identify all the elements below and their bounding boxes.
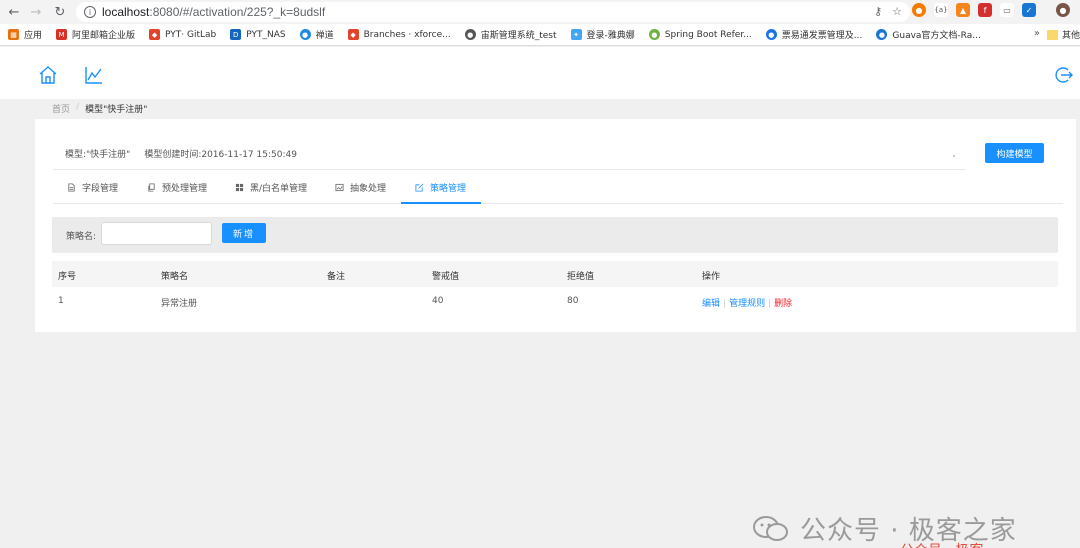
browser-toolbar: ← → ↻ i localhost:8080/#/activation/225?…	[0, 0, 1080, 24]
athena-icon: ✦	[570, 29, 582, 40]
bookmark-item[interactable]: ◆ PYT· GitLab	[149, 29, 216, 40]
cell-warn-value: 40	[432, 296, 444, 306]
op-separator: |	[768, 299, 772, 309]
zentao-icon: ●	[299, 29, 311, 40]
cell-operations: 编辑 | 管理规则 | 删除	[702, 296, 792, 309]
gitlab-icon: ◆	[347, 29, 359, 40]
breadcrumb-current: 模型"快手注册"	[85, 105, 148, 115]
model-name: 模型:"快手注册"	[65, 150, 131, 160]
strategy-name-input[interactable]	[101, 222, 212, 245]
watermark-sub: 公众号 · 极客	[900, 540, 983, 548]
breadcrumb: 首页 / 模型"快手注册"	[52, 102, 147, 115]
copy-icon	[148, 183, 155, 192]
other-bookmarks[interactable]: 其他	[1046, 28, 1080, 41]
cell-strategy-name: 异常注册	[161, 299, 198, 309]
gitlab-icon: ◆	[149, 29, 161, 40]
profile-avatar-icon[interactable]: ●	[1056, 3, 1070, 17]
wechat-icon	[753, 515, 788, 541]
breadcrumb-home[interactable]: 首页	[52, 102, 70, 115]
op-separator: |	[723, 299, 727, 309]
bookmark-item[interactable]: ◆ Branches · xforce...	[347, 29, 451, 40]
apps-grid-icon: ▦	[8, 29, 19, 40]
tab-field-management[interactable]: 字段管理	[67, 171, 118, 204]
delete-link[interactable]: 删除	[774, 299, 792, 309]
col-index: 序号	[58, 272, 77, 282]
url-text[interactable]: localhost:8080/#/activation/225?_k=8udsl…	[102, 5, 325, 19]
grid-icon	[235, 183, 244, 192]
bookmarks-bar: ▦ 应用 M 阿里邮箱企业版 ◆ PYT· GitLab D PYT_NAS ● 禅道 ◆…	[0, 24, 1080, 46]
invoice-icon: ●	[765, 29, 777, 40]
logout-icon[interactable]	[1053, 65, 1073, 85]
edit-document-icon	[415, 183, 424, 192]
bookmark-item[interactable]: ● Guava官方文档-Ra...	[876, 28, 981, 41]
bookmark-item[interactable]: ✦ 登录-雅典娜	[570, 28, 635, 41]
col-remark: 备注	[327, 272, 346, 282]
col-reject-value: 拒绝值	[567, 272, 595, 282]
guava-icon: ●	[876, 29, 888, 40]
tab-blackwhite-list[interactable]: 黑/白名单管理	[235, 171, 307, 204]
reload-icon[interactable]: ↻	[49, 1, 71, 23]
model-info: 模型:"快手注册" 模型创建时间:2016-11-17 15:50:49	[65, 147, 297, 160]
tab-bar: 字段管理 预处理管理 黑/白名单管理 抽象处理 策略管理	[53, 171, 1063, 204]
divider-dot	[953, 155, 955, 157]
model-card: 模型:"快手注册" 模型创建时间:2016-11-17 15:50:49 构建模…	[35, 119, 1076, 332]
col-operations: 操作	[702, 272, 721, 282]
model-created-time: 模型创建时间:2016-11-17 15:50:49	[144, 150, 297, 160]
breadcrumb-separator: /	[76, 102, 80, 112]
edit-link[interactable]: 编辑	[702, 299, 720, 309]
app-header	[0, 47, 1080, 99]
bookmarks-overflow-button[interactable]: »	[1034, 28, 1040, 39]
address-bar[interactable]: i localhost:8080/#/activation/225?_k=8ud…	[76, 2, 910, 22]
back-arrow-icon[interactable]: ←	[3, 1, 25, 23]
bookmark-item[interactable]: ● 宙斯管理系统_test	[464, 28, 557, 41]
puzzle-icon[interactable]: ▭	[1000, 3, 1014, 17]
build-model-button[interactable]: 构建模型	[985, 143, 1044, 163]
table-row: 1 异常注册 40 80 编辑 | 管理规则 | 删除	[52, 287, 1058, 315]
divider	[53, 169, 965, 170]
table-header: 序号 策略名 备注 警戒值 拒绝值 操作	[52, 261, 1058, 287]
metamask-icon[interactable]: ▲	[956, 3, 970, 17]
strategy-name-label: 策略名:	[66, 232, 97, 242]
file-icon	[68, 183, 75, 192]
home-icon[interactable]	[38, 65, 58, 85]
bookmark-item[interactable]: D PYT_NAS	[230, 29, 286, 40]
search-panel: 策略名: 新增	[52, 217, 1058, 253]
col-warn-value: 警戒值	[432, 272, 460, 282]
active-tab-indicator	[401, 202, 481, 204]
mail-icon: M	[56, 29, 68, 40]
tab-abstract-processing[interactable]: 抽象处理	[335, 171, 386, 204]
spring-icon: ●	[648, 29, 660, 40]
bookmark-item[interactable]: ● 禅道	[299, 28, 334, 41]
json-extension-icon[interactable]: {a}	[934, 3, 948, 17]
manage-rules-link[interactable]: 管理规则	[729, 299, 765, 309]
image-icon	[335, 183, 344, 192]
key-icon[interactable]: ⚷	[874, 5, 882, 18]
extension-icon[interactable]: ●	[912, 3, 926, 17]
flash-icon[interactable]: f	[978, 3, 992, 17]
info-icon[interactable]: i	[84, 6, 96, 18]
forward-arrow-icon[interactable]: →	[25, 1, 47, 23]
globe-icon: ●	[464, 29, 476, 40]
cell-reject-value: 80	[567, 296, 579, 306]
folder-icon	[1046, 29, 1058, 40]
cell-index: 1	[58, 296, 64, 306]
nas-icon: D	[230, 29, 242, 40]
bookmark-item[interactable]: M 阿里邮箱企业版	[56, 28, 135, 41]
line-chart-icon[interactable]	[84, 65, 104, 85]
tab-strategy-management[interactable]: 策略管理	[415, 171, 466, 204]
star-icon[interactable]: ☆	[892, 5, 902, 18]
save-extension-icon[interactable]: ✓	[1022, 3, 1036, 17]
tab-preprocess-management[interactable]: 预处理管理	[147, 171, 207, 204]
col-strategy-name: 策略名	[161, 272, 189, 282]
bookmark-item[interactable]: ● Spring Boot Refer...	[648, 29, 752, 40]
add-strategy-button[interactable]: 新增	[222, 223, 266, 243]
bookmark-item[interactable]: ● 票易通发票管理及...	[765, 28, 862, 41]
bookmark-apps[interactable]: ▦ 应用	[8, 28, 42, 41]
